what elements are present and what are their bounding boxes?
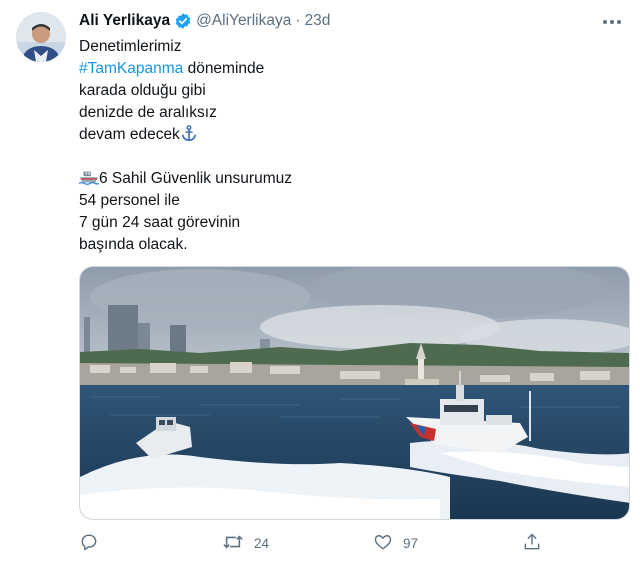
tweet-time[interactable]: 23d — [305, 12, 331, 30]
tweet-line-text: 6 Sahil Güvenlik unsurumuz — [99, 170, 292, 187]
author-handle[interactable]: @AliYerlikaya — [196, 12, 291, 30]
tweet-header: Ali Yerlikaya @AliYerlikaya · 23d — [79, 10, 330, 32]
avatar[interactable] — [16, 12, 66, 62]
tweet-actions: 24 97 — [79, 532, 559, 558]
retweet-icon — [222, 532, 244, 555]
tweet[interactable]: Ali Yerlikaya @AliYerlikaya · 23d Deneti… — [0, 0, 640, 564]
tweet-line: başında olacak. — [79, 236, 188, 253]
retweet-button[interactable]: 24 — [222, 532, 269, 555]
coast-guard-boats-photo — [80, 267, 629, 519]
like-icon — [373, 532, 393, 555]
reply-button[interactable] — [79, 532, 99, 555]
share-icon — [522, 532, 542, 555]
tweet-line: denizde de aralıksız — [79, 104, 217, 121]
more-icon[interactable] — [600, 12, 624, 32]
tweet-line: 6 Sahil Güvenlik unsurumuz — [78, 168, 619, 190]
like-count: 97 — [403, 536, 419, 551]
tweet-line-text: devam edecek — [79, 126, 180, 143]
like-button[interactable]: 97 — [373, 532, 418, 555]
tweet-line: karada olduğu gibi — [79, 82, 206, 99]
hashtag-link[interactable]: #TamKapanma — [79, 60, 183, 77]
author-name[interactable]: Ali Yerlikaya — [79, 12, 170, 30]
tweet-text: Denetimlerimiz #TamKapanma döneminde kar… — [78, 36, 619, 256]
tweet-photo[interactable] — [79, 266, 630, 520]
tweet-line: 54 personel ile — [79, 192, 180, 209]
reply-icon — [79, 532, 99, 555]
tweet-line: Denetimlerimiz — [79, 38, 182, 55]
tweet-line: 7 gün 24 saat görevinin — [79, 214, 241, 231]
retweet-count: 24 — [254, 536, 270, 551]
tweet-line-text: döneminde — [183, 60, 265, 77]
verified-badge-icon — [174, 12, 192, 30]
separator-dot: · — [295, 12, 301, 29]
tweet-line: devam edecek — [79, 124, 619, 146]
anchor-emoji-icon — [180, 124, 198, 149]
share-button[interactable] — [522, 532, 542, 555]
tweet-line: #TamKapanma döneminde — [79, 58, 619, 80]
